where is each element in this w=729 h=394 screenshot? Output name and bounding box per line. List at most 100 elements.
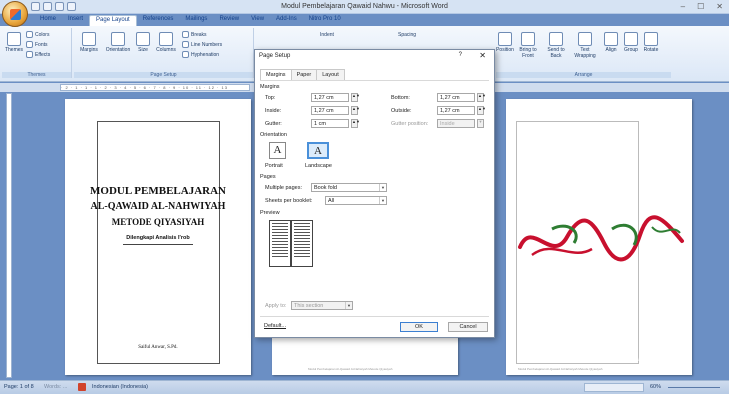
portrait-label[interactable]: Portrait xyxy=(265,163,283,169)
multiple-pages-select[interactable]: Book fold ▼ xyxy=(311,183,387,192)
subtitle-underline xyxy=(123,244,193,245)
inside-label: Inside: xyxy=(265,108,282,114)
zoom-level[interactable]: 60% xyxy=(650,384,661,390)
outside-spinner[interactable]: ▲▼ xyxy=(477,106,486,115)
portrait-option[interactable]: A xyxy=(269,142,286,159)
close-window-icon[interactable]: ✕ xyxy=(716,2,723,11)
tab-review[interactable]: Review xyxy=(213,15,245,26)
vertical-ruler[interactable] xyxy=(6,93,12,378)
themes-group-label: Themes xyxy=(2,72,71,78)
document-page-3[interactable]: Modul Pembelajaran Al-Qawaid Al-Nahwiyah… xyxy=(506,99,692,375)
status-page[interactable]: Page: 1 of 8 xyxy=(4,384,34,390)
tab-nitro[interactable]: Nitro Pro 10 xyxy=(303,15,347,26)
tab-page-layout[interactable]: Page Layout xyxy=(89,15,137,26)
apply-to-select: This section ▼ xyxy=(291,301,353,310)
portrait-icon: A xyxy=(273,144,282,156)
status-words[interactable]: Words: ... xyxy=(44,384,67,390)
preview-left-page xyxy=(269,220,291,267)
ok-button[interactable]: OK xyxy=(400,322,438,332)
close-icon[interactable]: ✕ xyxy=(479,51,486,60)
pages-section-label: Pages xyxy=(260,174,276,180)
tab-references[interactable]: References xyxy=(137,15,180,26)
indent-label: Indent xyxy=(320,32,334,38)
orientation-icon xyxy=(111,32,125,46)
doc-title-line3: METODE QIYASIYAH xyxy=(111,217,205,227)
arrange-group: Position Bring to Front Send to Back Tex… xyxy=(496,28,671,78)
window-controls: – ☐ ✕ xyxy=(681,2,723,11)
fonts-icon xyxy=(26,41,33,48)
orientation-section-label: Orientation xyxy=(260,132,287,138)
line-numbers-button[interactable]: Line Numbers xyxy=(182,41,222,48)
landscape-label[interactable]: Landscape xyxy=(305,163,332,169)
tab-mailings[interactable]: Mailings xyxy=(179,15,213,26)
sheets-per-booklet-select[interactable]: All ▼ xyxy=(325,196,387,205)
gutter-spinner[interactable]: ▲▼ xyxy=(351,119,360,128)
bottom-spinner[interactable]: ▲▼ xyxy=(477,93,486,102)
page-setup-group: Margins Orientation Size Columns Breaks … xyxy=(74,28,254,78)
breaks-button[interactable]: Breaks xyxy=(182,31,207,38)
outside-input[interactable]: 1,27 cm xyxy=(437,106,475,115)
horizontal-ruler[interactable]: · 2 · 1 · 1 · 1 · 2 · 3 · 4 · 5 · 6 · 7 … xyxy=(60,84,250,91)
document-page-1[interactable]: MODUL PEMBELAJARAN AL-QAWAID AL-NAHWIYAH… xyxy=(65,99,251,375)
send-to-back-button[interactable]: Send to Back xyxy=(544,32,568,59)
rotate-icon xyxy=(644,32,658,46)
fonts-button[interactable]: Fonts xyxy=(26,41,48,48)
text-wrapping-button[interactable]: Text Wrapping xyxy=(572,32,598,59)
bring-to-front-icon xyxy=(521,32,535,46)
orientation-button[interactable]: Orientation xyxy=(104,32,132,53)
proofing-icon[interactable] xyxy=(78,383,86,391)
colors-icon xyxy=(26,31,33,38)
preview-right-page xyxy=(291,220,313,267)
gutter-input[interactable]: 1 cm xyxy=(311,119,349,128)
page-setup-dialog: Page Setup ? ✕ Margins Paper Layout Marg… xyxy=(254,49,495,338)
rotate-button[interactable]: Rotate xyxy=(642,32,660,53)
tab-view[interactable]: View xyxy=(245,15,270,26)
gutter-position-arrow: ▼ xyxy=(477,119,484,128)
activate-windows-subtitle: Go to Settings to activate Windows. xyxy=(574,364,661,370)
maximize-icon[interactable]: ☐ xyxy=(697,2,704,11)
tabs-divider xyxy=(260,80,489,81)
margins-button[interactable]: Margins xyxy=(78,32,100,53)
set-as-default-button[interactable]: Default... xyxy=(261,322,295,332)
gutter-position-label: Gutter position: xyxy=(391,121,429,127)
office-button[interactable] xyxy=(2,1,28,27)
tab-home[interactable]: Home xyxy=(34,15,62,26)
inside-spinner[interactable]: ▲▼ xyxy=(351,106,360,115)
effects-icon xyxy=(26,51,33,58)
group-button[interactable]: Group xyxy=(622,32,640,53)
position-icon xyxy=(498,32,512,46)
themes-button[interactable]: Themes xyxy=(4,32,24,53)
title-bar: Modul Pembelajaran Qawaid Nahwu - Micros… xyxy=(0,0,729,14)
minimize-icon[interactable]: – xyxy=(681,2,685,11)
help-icon[interactable]: ? xyxy=(459,52,462,58)
effects-button[interactable]: Effects xyxy=(26,51,50,58)
tab-add-ins[interactable]: Add-Ins xyxy=(270,15,303,26)
inside-input[interactable]: 1,27 cm xyxy=(311,106,349,115)
cancel-button[interactable]: Cancel xyxy=(448,322,488,332)
columns-button[interactable]: Columns xyxy=(154,32,178,53)
colors-button[interactable]: Colors xyxy=(26,31,49,38)
top-spinner[interactable]: ▲▼ xyxy=(351,93,360,102)
position-button[interactable]: Position xyxy=(496,32,514,53)
landscape-option[interactable]: A xyxy=(307,142,329,159)
align-icon xyxy=(604,32,618,46)
size-button[interactable]: Size xyxy=(134,32,152,53)
bring-to-front-button[interactable]: Bring to Front xyxy=(516,32,540,59)
hyphenation-button[interactable]: Hyphenation xyxy=(182,51,219,58)
sheets-per-booklet-label: Sheets per booklet: xyxy=(265,198,313,204)
ribbon-tabs: Home Insert Page Layout References Maili… xyxy=(34,15,347,26)
gutter-label: Gutter: xyxy=(265,121,282,127)
office-logo-icon xyxy=(10,9,21,20)
zoom-slider[interactable] xyxy=(668,387,720,388)
bottom-input[interactable]: 1,27 cm xyxy=(437,93,475,102)
status-language[interactable]: Indonesian (Indonesia) xyxy=(92,384,148,390)
send-to-back-icon xyxy=(549,32,563,46)
outside-label: Outside: xyxy=(391,108,412,114)
dialog-title: Page Setup xyxy=(259,53,291,59)
tab-insert[interactable]: Insert xyxy=(62,15,89,26)
doc-subtitle: Dilengkapi Analisis I'rob xyxy=(126,235,190,241)
view-buttons[interactable] xyxy=(584,383,644,392)
align-button[interactable]: Align xyxy=(602,32,620,53)
top-input[interactable]: 1,27 cm xyxy=(311,93,349,102)
hyphenation-icon xyxy=(182,51,189,58)
